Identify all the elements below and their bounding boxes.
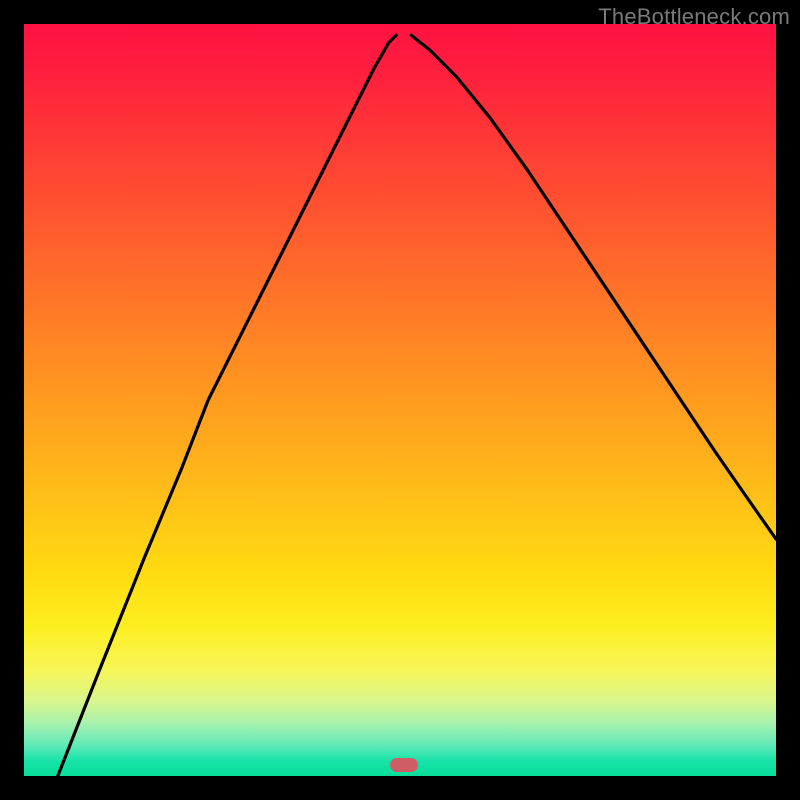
watermark-text: TheBottleneck.com: [598, 4, 790, 30]
bottleneck-curve: [24, 24, 776, 776]
chart-frame: TheBottleneck.com: [0, 0, 800, 800]
plot-area: [24, 24, 776, 776]
optimal-marker: [390, 758, 418, 772]
